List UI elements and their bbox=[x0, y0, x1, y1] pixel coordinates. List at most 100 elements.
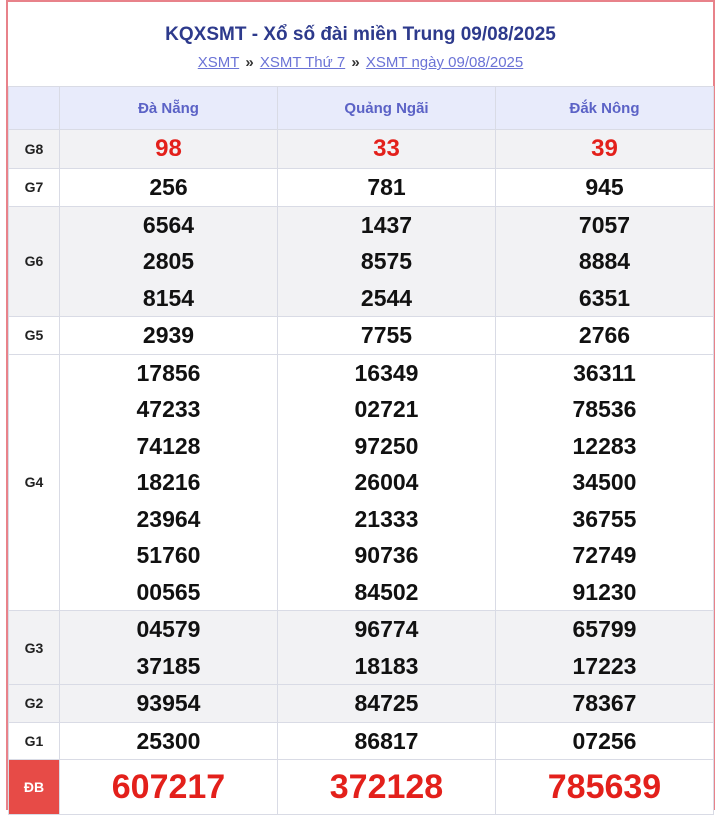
prize-cell: 2939 bbox=[59, 316, 278, 355]
prize-number: 90736 bbox=[354, 542, 419, 568]
prize-cell: 17856 47233 74128 18216 23964 51760 00565 bbox=[59, 353, 278, 611]
prize-number: 36311 bbox=[573, 359, 636, 386]
prize-number: 18183 bbox=[354, 652, 419, 679]
breadcrumb-separator: » bbox=[245, 54, 254, 71]
province-header[interactable]: Đà Nẵng bbox=[59, 86, 278, 130]
prize-row: G4 17856 47233 74128 18216 23964 51760 00565 163… bbox=[8, 353, 714, 611]
prize-number: 96774 bbox=[354, 616, 419, 642]
prize-cell: 6564 2805 8154 bbox=[59, 205, 278, 317]
prize-cell: 1437 8575 2544 bbox=[277, 205, 496, 317]
prize-number: 97250 bbox=[354, 432, 419, 459]
prize-label: G1 bbox=[8, 721, 60, 760]
province-header[interactable]: Đắk Nông bbox=[495, 86, 714, 130]
prize-number: 2766 bbox=[578, 322, 631, 348]
prize-number: 84725 bbox=[354, 690, 419, 716]
prize-number: 7057 bbox=[578, 211, 631, 238]
prize-number: 26004 bbox=[354, 469, 419, 495]
prize-number: 51760 bbox=[136, 542, 201, 568]
prize-cell: 25300 bbox=[59, 721, 278, 760]
prize-number: 8154 bbox=[142, 284, 195, 311]
prize-number: 65799 bbox=[572, 616, 637, 642]
prize-row: G7 256 781 945 bbox=[8, 168, 714, 207]
prize-cell: 96774 18183 bbox=[277, 610, 496, 685]
prize-label: G7 bbox=[8, 168, 60, 207]
prize-number: 98 bbox=[155, 135, 182, 162]
breadcrumb-link-weekday[interactable]: XSMT Thứ 7 bbox=[260, 54, 345, 71]
prize-cell: 65799 17223 bbox=[495, 610, 714, 685]
prize-number: 47233 bbox=[136, 396, 201, 422]
prize-row: G2 93954 84725 78367 bbox=[8, 684, 714, 723]
prize-number: 2544 bbox=[360, 284, 413, 311]
prize-number: 945 bbox=[585, 174, 624, 200]
prize-number: 372128 bbox=[329, 768, 444, 806]
results-card: KQXSMT - Xổ số đài miền Trung 09/08/2025… bbox=[6, 0, 715, 815]
prize-cell: 7755 bbox=[277, 316, 496, 355]
results-table: Đà Nẵng Quảng Ngãi Đắk Nông G8 98 33 39 G7 25… bbox=[8, 86, 714, 815]
prize-cell: 93954 bbox=[59, 684, 278, 723]
prize-number: 07256 bbox=[572, 727, 637, 754]
prize-row: G6 6564 2805 8154 1437 8575 2544 7057 8884 6351 bbox=[8, 205, 714, 317]
prize-number: 607217 bbox=[111, 768, 226, 806]
prize-cell: 7057 8884 6351 bbox=[495, 205, 714, 317]
prize-number: 91230 bbox=[572, 578, 637, 605]
prize-row: G8 98 33 39 bbox=[8, 129, 714, 169]
prize-label: G8 bbox=[8, 129, 60, 169]
prize-number: 33 bbox=[373, 135, 400, 162]
prize-number: 36755 bbox=[572, 505, 637, 532]
prize-cell: 36311 78536 12283 34500 36755 72749 91230 bbox=[495, 353, 714, 611]
prize-cell: 84725 bbox=[277, 684, 496, 723]
prize-number: 39 bbox=[591, 135, 618, 162]
prize-cell: 607217 bbox=[59, 759, 278, 815]
breadcrumb: XSMT » XSMT Thứ 7 » XSMT ngày 09/08/2025 bbox=[8, 52, 713, 74]
results-header: KQXSMT - Xổ số đài miền Trung 09/08/2025… bbox=[8, 2, 713, 86]
prize-number: 02721 bbox=[354, 396, 419, 422]
prize-cell: 78367 bbox=[495, 684, 714, 723]
prize-cell: 86817 bbox=[277, 721, 496, 760]
prize-label: G5 bbox=[8, 316, 60, 355]
prize-cell: 256 bbox=[59, 168, 278, 207]
prize-cell: 98 bbox=[59, 129, 278, 169]
prize-cell: 16349 02721 97250 26004 21333 90736 84502 bbox=[277, 353, 496, 611]
prize-cell: 372128 bbox=[277, 759, 496, 815]
prize-number: 8884 bbox=[578, 248, 631, 274]
prize-number: 256 bbox=[149, 174, 188, 200]
prize-row: ĐB 607217 372128 785639 bbox=[8, 759, 714, 815]
prize-number: 1437 bbox=[360, 211, 413, 238]
prize-number: 00565 bbox=[136, 578, 201, 605]
prize-number: 21333 bbox=[354, 505, 419, 532]
prize-label: G3 bbox=[8, 610, 60, 685]
prize-row: G5 2939 7755 2766 bbox=[8, 316, 714, 355]
corner-cell bbox=[8, 86, 60, 130]
prize-cell: 2766 bbox=[495, 316, 714, 355]
prize-number: 78367 bbox=[572, 690, 637, 716]
breadcrumb-link-date[interactable]: XSMT ngày 09/08/2025 bbox=[366, 54, 523, 71]
prize-row: G1 25300 86817 07256 bbox=[8, 721, 714, 760]
breadcrumb-separator: » bbox=[351, 54, 360, 71]
prize-number: 37185 bbox=[136, 652, 201, 679]
prize-number: 12283 bbox=[572, 432, 637, 459]
prize-number: 25300 bbox=[136, 727, 201, 754]
province-header[interactable]: Quảng Ngãi bbox=[277, 86, 496, 130]
prize-number: 72749 bbox=[572, 542, 637, 568]
prize-label: G6 bbox=[8, 205, 60, 317]
prize-number: 2805 bbox=[142, 248, 195, 274]
prize-cell: 781 bbox=[277, 168, 496, 207]
prize-number: 6351 bbox=[578, 284, 631, 311]
prize-number: 18216 bbox=[136, 469, 201, 495]
prize-number: 17856 bbox=[136, 359, 201, 386]
prize-cell: 04579 37185 bbox=[59, 610, 278, 685]
breadcrumb-link-xsmt[interactable]: XSMT bbox=[198, 54, 239, 71]
prize-number: 17223 bbox=[572, 652, 637, 679]
prize-number: 16349 bbox=[354, 359, 419, 386]
prize-cell: 945 bbox=[495, 168, 714, 207]
prize-label: G2 bbox=[8, 684, 60, 723]
page-title: KQXSMT - Xổ số đài miền Trung 09/08/2025 bbox=[165, 24, 556, 45]
prize-cell: 07256 bbox=[495, 721, 714, 760]
prize-number: 78536 bbox=[572, 396, 637, 422]
prize-number: 2939 bbox=[142, 322, 195, 348]
prize-number: 8575 bbox=[360, 248, 413, 274]
prize-label: G4 bbox=[8, 353, 60, 611]
prize-number: 7755 bbox=[360, 322, 413, 348]
prize-label: ĐB bbox=[8, 759, 60, 815]
province-header-row: Đà Nẵng Quảng Ngãi Đắk Nông bbox=[8, 86, 714, 130]
